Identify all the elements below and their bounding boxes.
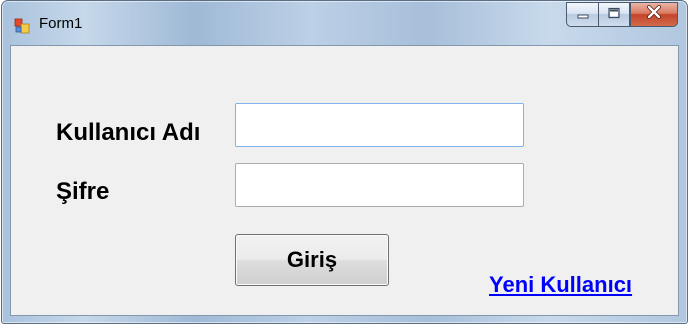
- password-input[interactable]: [235, 163, 524, 207]
- form-client-area: Kullanıcı Adı Şifre Giriş Yeni Kullanıcı: [10, 45, 679, 316]
- login-button[interactable]: Giriş: [235, 234, 389, 286]
- form1-window: Form1 Kullanıcı Adı Şifre Giriş Yeni Kul…: [1, 0, 688, 324]
- username-input[interactable]: [235, 103, 524, 147]
- close-icon: [646, 5, 662, 24]
- new-user-link[interactable]: Yeni Kullanıcı: [489, 272, 632, 298]
- username-label: Kullanıcı Adı: [56, 119, 201, 146]
- password-label: Şifre: [56, 178, 110, 205]
- minimize-icon: [576, 6, 590, 24]
- close-button[interactable]: [630, 2, 678, 27]
- caption-buttons: [566, 2, 678, 28]
- title-bar[interactable]: Form1: [2, 1, 687, 45]
- window-title: Form1: [39, 15, 83, 32]
- maximize-icon: [607, 6, 621, 24]
- minimize-button[interactable]: [566, 2, 598, 27]
- maximize-button[interactable]: [598, 2, 630, 27]
- form-app-icon: [14, 18, 30, 34]
